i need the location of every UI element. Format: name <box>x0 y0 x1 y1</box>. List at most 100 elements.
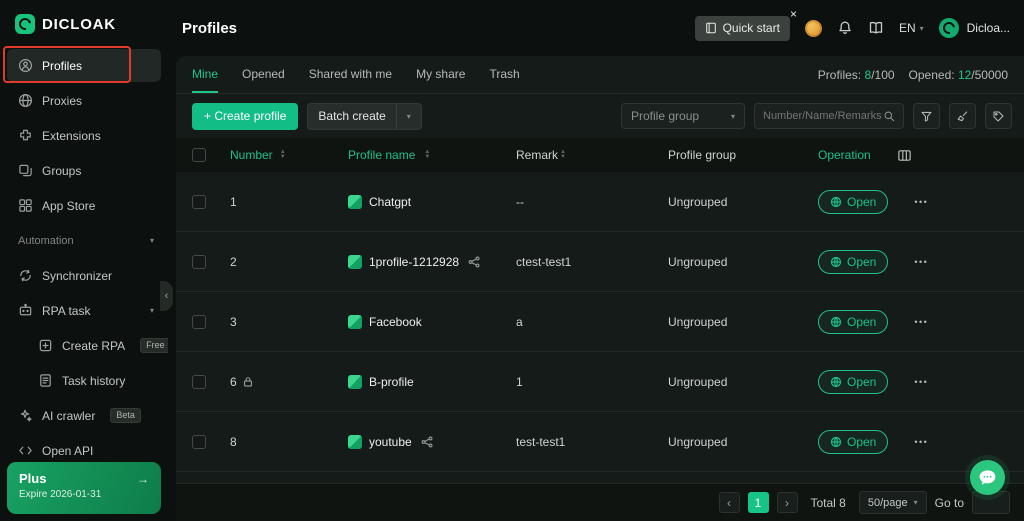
docs-icon[interactable] <box>868 20 884 36</box>
proxies-icon <box>18 93 33 108</box>
sidebar-item-proxies[interactable]: Proxies <box>0 83 168 118</box>
sidebar-item-task-history[interactable]: Task history <box>0 363 168 398</box>
row-more-button[interactable]: ••• <box>914 257 928 267</box>
sidebar-item-synchronizer[interactable]: Synchronizer <box>0 258 168 293</box>
pagination-prev-button[interactable]: ‹ <box>719 492 740 513</box>
sidebar-item-extensions[interactable]: Extensions <box>0 118 168 153</box>
open-profile-button[interactable]: Open <box>818 190 888 214</box>
batch-create-button[interactable]: Batch create ▾ <box>307 103 421 130</box>
extensions-icon <box>18 128 33 143</box>
search-box <box>754 103 904 129</box>
sort-icon[interactable]: ▲▼ <box>280 150 286 159</box>
row-checkbox[interactable] <box>192 375 206 389</box>
open-profile-button[interactable]: Open <box>818 370 888 394</box>
browser-globe-icon <box>830 376 842 388</box>
bell-icon[interactable] <box>837 20 853 36</box>
column-settings-icon[interactable] <box>897 148 912 163</box>
row-checkbox[interactable] <box>192 435 206 449</box>
content-panel: Mine Opened Shared with me My share Tras… <box>176 56 1024 521</box>
language-label: EN <box>899 21 916 35</box>
brand-logo[interactable]: DICLOAK <box>0 0 168 48</box>
plus-card[interactable]: Plus → Expire 2026-01-31 <box>7 462 161 514</box>
cell-number: 2 <box>230 255 237 269</box>
tab-opened[interactable]: Opened <box>242 56 285 93</box>
beta-badge: Beta <box>110 408 141 423</box>
cell-profile-group: Ungrouped <box>668 375 818 389</box>
table-footer: ‹ 1 › Total 8 50/page ▾ Go to <box>176 483 1024 521</box>
sidebar-section-automation[interactable]: Automation ▾ <box>0 223 168 258</box>
account-name[interactable]: Dicloa... <box>967 21 1010 35</box>
language-select[interactable]: EN ▾ <box>899 21 924 35</box>
cell-remark: -- <box>516 195 668 209</box>
pagination-page-1[interactable]: 1 <box>748 492 769 513</box>
tab-bar: Mine Opened Shared with me My share Tras… <box>176 56 1024 94</box>
pagination-next-button[interactable]: › <box>777 492 798 513</box>
browser-globe-icon <box>830 316 842 328</box>
pagination-total: Total 8 <box>811 496 846 510</box>
brand-logo-icon <box>15 14 35 34</box>
row-more-button[interactable]: ••• <box>914 377 928 387</box>
free-badge: Free <box>140 338 168 353</box>
row-checkbox[interactable] <box>192 195 206 209</box>
sort-icon[interactable]: ▲▼ <box>424 150 430 159</box>
open-profile-button[interactable]: Open <box>818 430 888 454</box>
tab-trash[interactable]: Trash <box>489 56 519 93</box>
page-size-value: 50/page <box>868 497 908 509</box>
sidebar-item-open-api[interactable]: Open API <box>0 433 168 461</box>
open-profile-button[interactable]: Open <box>818 250 888 274</box>
sidebar-nav: Profiles Proxies Extensions Groups App S… <box>0 48 168 461</box>
share-icon[interactable] <box>468 256 480 268</box>
coin-icon[interactable] <box>805 20 822 37</box>
column-profile-group: Profile group <box>668 148 818 162</box>
row-checkbox[interactable] <box>192 315 206 329</box>
row-more-button[interactable]: ••• <box>914 197 928 207</box>
cell-remark: test-test1 <box>516 435 668 449</box>
sidebar-item-app-store[interactable]: App Store <box>0 188 168 223</box>
share-icon[interactable] <box>421 436 433 448</box>
browser-profile-icon <box>348 375 362 389</box>
tab-shared-with-me[interactable]: Shared with me <box>309 56 392 93</box>
browser-globe-icon <box>830 196 842 208</box>
tab-my-share[interactable]: My share <box>416 56 465 93</box>
filter-button[interactable] <box>913 103 940 129</box>
avatar[interactable] <box>939 18 959 38</box>
row-checkbox[interactable] <box>192 255 206 269</box>
tag-button[interactable] <box>985 103 1012 129</box>
sidebar-collapse-handle[interactable]: ‹ <box>160 281 173 311</box>
opened-stat-total: /50000 <box>971 68 1008 82</box>
sidebar-item-profiles[interactable]: Profiles <box>7 49 161 82</box>
sidebar-item-groups[interactable]: Groups <box>0 153 168 188</box>
select-all-checkbox[interactable] <box>192 148 206 162</box>
cell-profile-group: Ungrouped <box>668 435 818 449</box>
batch-create-dropdown[interactable]: ▾ <box>397 104 421 129</box>
plus-title: Plus <box>19 471 46 486</box>
main-area: Profiles Quick start × EN ▾ Dicloa... Mi… <box>168 0 1024 521</box>
app-store-icon <box>18 198 33 213</box>
cell-number: 6 <box>230 375 237 389</box>
sidebar-item-create-rpa[interactable]: Create RPA Free <box>0 328 168 363</box>
sort-icon[interactable]: ▲▼ <box>560 150 566 159</box>
search-input[interactable] <box>763 110 883 122</box>
page-size-select[interactable]: 50/page ▾ <box>859 491 927 514</box>
quick-start-button[interactable]: Quick start <box>695 16 790 41</box>
sidebar-item-ai-crawler[interactable]: AI crawler Beta <box>0 398 168 433</box>
create-profile-button[interactable]: + Create profile <box>192 103 298 130</box>
search-icon[interactable] <box>883 110 895 122</box>
synchronizer-icon <box>18 268 33 283</box>
profile-group-select[interactable]: Profile group ▾ <box>621 103 745 129</box>
row-more-button[interactable]: ••• <box>914 437 928 447</box>
chat-support-button[interactable] <box>970 460 1005 495</box>
clear-filter-button[interactable] <box>949 103 976 129</box>
browser-profile-icon <box>348 435 362 449</box>
sidebar-item-rpa-task[interactable]: RPA task ▾ <box>0 293 168 328</box>
row-more-button[interactable]: ••• <box>914 317 928 327</box>
cell-number: 8 <box>230 435 237 449</box>
sidebar-item-label: Open API <box>42 444 93 458</box>
open-profile-button[interactable]: Open <box>818 310 888 334</box>
section-label: Automation <box>18 235 74 247</box>
sidebar-item-label: AI crawler <box>42 409 95 423</box>
tab-mine[interactable]: Mine <box>192 56 218 93</box>
opened-stat-value: 12 <box>958 68 971 82</box>
batch-create-label[interactable]: Batch create <box>308 104 395 129</box>
close-icon[interactable]: × <box>790 7 797 21</box>
